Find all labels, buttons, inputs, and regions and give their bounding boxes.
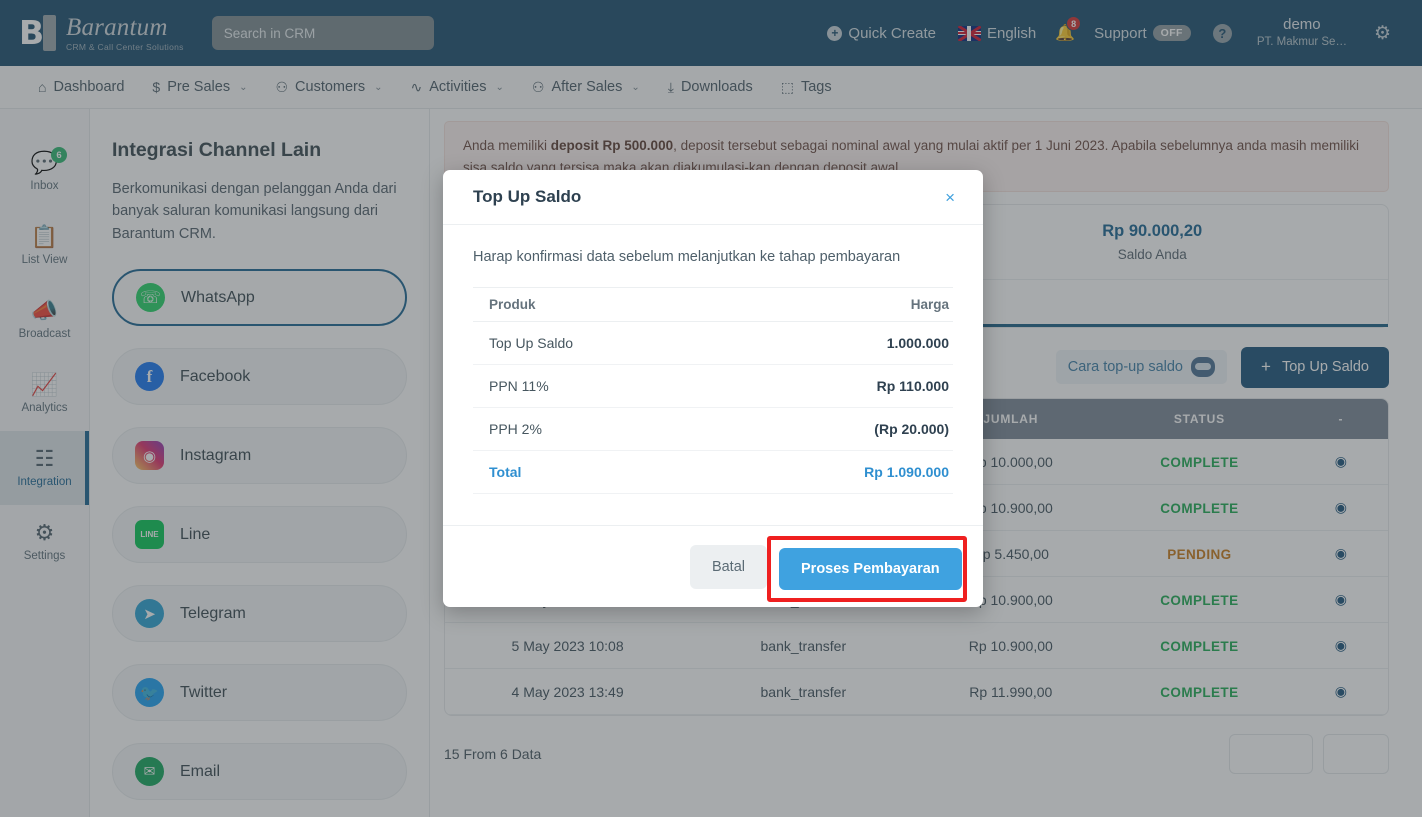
modal-body: Harap konfirmasi data sebelum melanjutka…	[443, 225, 983, 525]
modal-table-row: PPH 2% (Rp 20.000)	[473, 407, 953, 450]
modal-table-total-row: Total Rp 1.090.000	[473, 450, 953, 493]
confirmation-table: Produk Harga Top Up Saldo 1.000.000 PPN …	[473, 287, 953, 494]
modal-table-header-row: Produk Harga	[473, 287, 953, 321]
close-icon[interactable]: ×	[939, 188, 961, 207]
submit-button-wrapper: Proses Pembayaran	[779, 548, 962, 590]
cell-harga: Rp 110.000	[726, 364, 953, 407]
modal-header: Top Up Saldo ×	[443, 170, 983, 225]
cancel-button[interactable]: Batal	[690, 545, 767, 589]
cell-produk: PPN 11%	[473, 364, 726, 407]
modal-table-row: PPN 11% Rp 110.000	[473, 364, 953, 407]
proses-pembayaran-button[interactable]: Proses Pembayaran	[779, 548, 962, 590]
column-header-produk: Produk	[473, 287, 726, 321]
modal-table-row: Top Up Saldo 1.000.000	[473, 321, 953, 364]
cell-harga: (Rp 20.000)	[726, 407, 953, 450]
cell-harga: 1.000.000	[726, 321, 953, 364]
cell-total-label: Total	[473, 450, 726, 493]
modal-title: Top Up Saldo	[473, 187, 581, 207]
column-header-harga: Harga	[726, 287, 953, 321]
cell-total-value: Rp 1.090.000	[726, 450, 953, 493]
cell-produk: PPH 2%	[473, 407, 726, 450]
topup-confirmation-modal: Top Up Saldo × Harap konfirmasi data seb…	[443, 170, 983, 607]
cell-produk: Top Up Saldo	[473, 321, 726, 364]
modal-subtitle: Harap konfirmasi data sebelum melanjutka…	[473, 247, 903, 269]
